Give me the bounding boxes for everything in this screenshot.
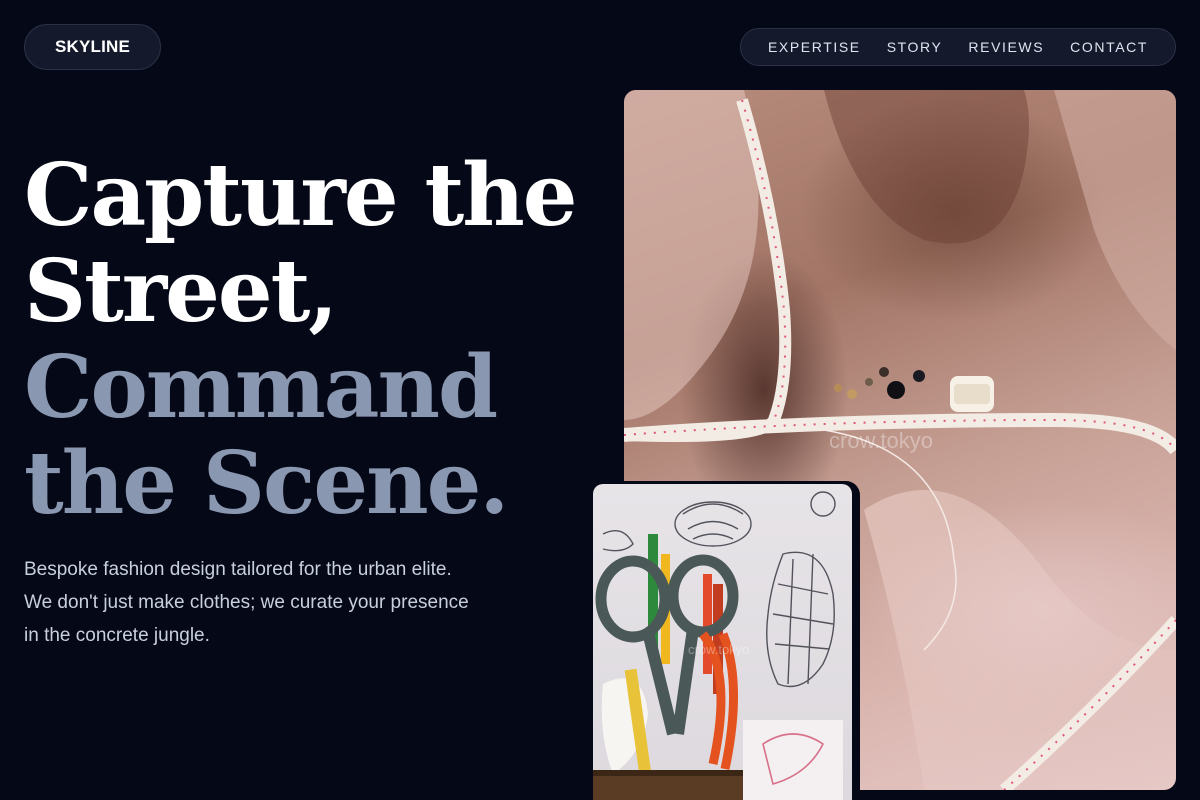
hero-title-line-4: the Scene. <box>24 433 509 534</box>
hero-description-line-1: Bespoke fashion design tailored for the … <box>24 559 452 580</box>
nav-link-reviews[interactable]: REVIEWS <box>968 39 1044 55</box>
hero-title: Capture the Street, Command the Scene. <box>24 148 584 532</box>
hero-description-line-3: in the concrete jungle. <box>24 625 210 646</box>
nav-link-story[interactable]: STORY <box>887 39 943 55</box>
hero-title-line-3: Command <box>24 337 498 438</box>
hero-description: Bespoke fashion design tailored for the … <box>24 553 544 652</box>
main-nav: EXPERTISE STORY REVIEWS CONTACT <box>740 28 1176 66</box>
nav-link-expertise[interactable]: EXPERTISE <box>768 39 861 55</box>
hero-title-line-2: Street, <box>24 241 338 342</box>
hero-description-line-2: We don't just make clothes; we curate yo… <box>24 592 469 613</box>
secondary-image-watermark: crow.tokyo <box>688 642 750 657</box>
main-image-watermark: crow.tokyo <box>829 428 933 453</box>
hero-title-line-1: Capture the <box>24 145 578 246</box>
sketch-image-frame: crow.tokyo <box>590 481 860 800</box>
nav-link-contact[interactable]: CONTACT <box>1070 39 1148 55</box>
logo-button[interactable]: SKYLINE <box>24 24 161 70</box>
page: SKYLINE EXPERTISE STORY REVIEWS CONTACT … <box>0 0 1200 800</box>
sketch-tools-image: crow.tokyo <box>593 484 852 800</box>
